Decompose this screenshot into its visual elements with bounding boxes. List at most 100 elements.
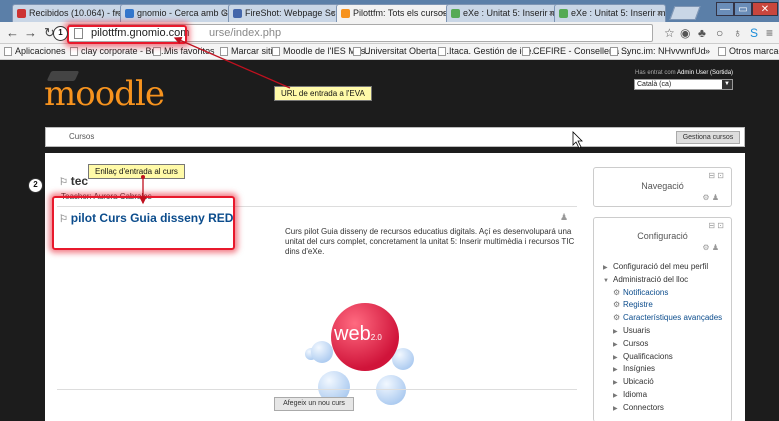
course-icon: ⚐ [59,177,71,188]
page-icon [438,47,446,56]
bookmark-item[interactable]: Universitat Oberta d... [353,44,452,59]
pin-extension-icon[interactable]: ♁ [733,26,742,40]
bookmark-item[interactable]: Sync.im: NHvvwnfUd [610,44,706,59]
settings-tree-item[interactable]: ▶ Configuració del meu perfil [603,262,708,271]
settings-tree-item[interactable]: ▶ Ubicació [613,377,654,386]
browser-tab-active[interactable]: Pilottfm: Tots els cursos × [336,4,450,22]
settings-tree-label: Insígnies [623,364,656,374]
extension-icon[interactable]: ♣ [698,26,706,40]
bookmark-item[interactable]: Marcar sitio [220,44,278,59]
settings-tree-item[interactable]: ▶ Qualificacions [613,352,673,361]
navigation-block: ⊟ ⊡ Navegació ⚙ ♟ [593,167,732,207]
course-summary: Curs pilot Guia disseny de recursos educ… [285,227,575,256]
settings-tree-item[interactable]: ▶ Idioma [613,390,647,399]
configuration-block-title: Configuració [637,231,688,241]
collapse-triangle-icon: ▼ [603,277,609,284]
settings-tree-item[interactable]: ▼ Administració del lloc [603,275,688,284]
expand-triangle-icon: ▶ [613,329,618,335]
block-dock-icons[interactable]: ⊟ ⊡ [708,171,724,180]
expand-triangle-icon: ▶ [603,265,608,271]
favorites-icon [153,47,161,56]
expand-triangle-icon: ▶ [613,393,618,399]
browser-tab[interactable]: eXe : Unitat 5: Inserir multi× [554,4,666,22]
url-highlight-box [67,25,187,44]
bookmarks-overflow[interactable]: » [705,44,710,59]
navigation-block-title: Navegació [641,181,684,191]
course-callout: Enllaç d'entrada al curs [88,164,185,179]
expand-triangle-icon: ▶ [613,354,618,361]
settings-tree-label: Ubicació [623,377,654,387]
forward-arrow-icon[interactable]: → [24,25,37,41]
gear-icon: ⚙ [613,300,621,310]
settings-tree-label: Notificacions [623,287,669,297]
browser-tab[interactable]: FireShot: Webpage Screen× [228,4,340,22]
login-info: Has entrat com Admin User (Sortida) [635,70,734,76]
cefire-icon [522,47,530,56]
settings-tree-item[interactable]: ▶ Insígnies [613,364,655,373]
exe-icon [559,9,568,18]
close-tab-icon[interactable]: × [657,5,662,22]
expand-triangle-icon: ▶ [613,341,618,348]
chevron-down-icon: ▼ [722,80,732,89]
web20-text: web2.0 [334,323,382,345]
back-arrow-icon[interactable]: ← [6,25,19,41]
moodle-icon [272,47,280,56]
course-highlight-box [52,196,235,250]
category-title[interactable]: ⚐ tec [59,174,88,188]
audio-icon[interactable]: ◉ [680,26,690,40]
fireshot-icon [233,9,242,18]
moodle-logo[interactable]: moodle [44,74,165,114]
bookmarks-bar: Aplicaciones clay corporate - Bus... Mis… [0,44,779,60]
menu-icon[interactable]: ≡ [766,26,773,40]
bookmark-item[interactable]: Mis favoritos [153,44,215,59]
browser-tab[interactable]: gnomio - Cerca amb Goo × [120,4,232,22]
url-path: urse/index.php [209,27,282,39]
logout-link[interactable]: (Sortida) [710,70,733,76]
uoc-icon [353,47,361,56]
settings-tree-label: Configuració del meu perfil [613,262,709,271]
block-settings-icon[interactable]: ⚙ ♟ [702,193,719,202]
settings-tree-item[interactable]: ⚙ Característiques avançades [613,313,722,322]
step-marker-2: 2 [28,178,43,193]
settings-tree-label: Usuaris [623,326,651,335]
settings-tree-label: Cursos [623,338,649,348]
language-select[interactable]: Català (ca) ▼ [634,79,733,90]
star-icon[interactable]: ☆ [664,26,675,40]
url-callout: URL de entrada a l'EVA [274,86,372,101]
block-settings-icon[interactable]: ⚙ ♟ [702,243,719,252]
bookmark-item[interactable]: Aplicaciones [4,44,66,59]
settings-tree-item[interactable]: ⚙ Notificacions [613,288,668,297]
settings-tree-label: Qualificacions [623,351,673,361]
close-window-button[interactable]: ✕ [752,2,778,16]
settings-tree-item[interactable]: ▶ Connectors [613,403,664,412]
page-icon [70,47,78,56]
browser-tab[interactable]: eXe : Unitat 5: Inserir multi× [446,4,558,22]
browser-tab[interactable]: Recibidos (10.064) - franc × [12,4,124,22]
breadcrumb[interactable]: Cursos [69,132,94,141]
add-course-button[interactable]: Afegeix un nou curs [274,397,354,411]
settings-tree-item[interactable]: ▶ Cursos [613,339,648,348]
guest-access-icon: ♟ [560,212,569,222]
manage-courses-button[interactable]: Gestiona cursos [676,131,740,144]
expand-triangle-icon: ▶ [613,380,618,387]
decorative-bubble [376,375,406,405]
circle-extension-icon[interactable]: ○ [716,26,723,40]
expand-triangle-icon: ▶ [613,367,618,374]
apps-icon [4,47,12,56]
sync-icon [610,47,618,56]
settings-tree-item[interactable]: ⚙ Registre [613,300,653,309]
skype-icon[interactable]: S [750,26,758,40]
divider [57,389,577,390]
user-link[interactable]: Admin User [677,70,708,76]
main-content: ⚐ tec Teacher: Aurora Cabrales ⚐ pilot C… [45,153,745,421]
minimize-window-button[interactable]: — [716,2,734,16]
block-dock-icons[interactable]: ⊟ ⊡ [708,221,724,230]
bookmark-folder[interactable]: Otros marcadores [718,44,779,59]
maximize-window-button[interactable]: ▭ [734,2,752,16]
decorative-bubble [311,341,333,363]
gmail-icon [17,9,26,18]
expand-triangle-icon: ▶ [613,405,618,412]
settings-tree-item[interactable]: ▶ Usuaris [613,326,650,335]
new-tab-button[interactable] [669,6,701,20]
settings-tree-label: Idioma [623,390,648,399]
